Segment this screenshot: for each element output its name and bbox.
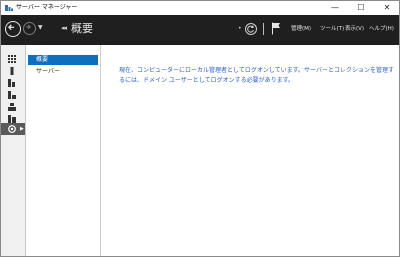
breadcrumb-arrows-icon: ◂◂ xyxy=(61,24,67,32)
back-button[interactable] xyxy=(5,21,21,37)
expand-arrow-icon: ▶ xyxy=(20,126,24,132)
rail-item-ad-ds[interactable] xyxy=(1,101,25,113)
history-dropdown-icon[interactable]: ▼ xyxy=(38,24,43,32)
close-button[interactable]: ✕ xyxy=(376,1,398,15)
header-bar: ▼ ◂◂ 概要 • 管理(M) ツール(T) 表示(V) ヘルプ(H) xyxy=(1,15,399,45)
window-title: サーバー マネージャー xyxy=(16,4,78,11)
refresh-icon xyxy=(247,25,254,33)
arrow-right-icon xyxy=(25,24,31,30)
server-manager-window: サーバー マネージャー — ☐ ✕ ▼ ◂◂ 概要 • 管理(M) ツール(T)… xyxy=(0,0,400,257)
rail-item-file-storage[interactable] xyxy=(1,89,25,101)
login-warning-message: 現在、コンピューターにローカル管理者としてログオンしています。サーバーとコレクシ… xyxy=(119,67,394,84)
menu-help[interactable]: ヘルプ(H) xyxy=(369,25,394,33)
ad-ds-icon xyxy=(8,103,16,111)
menu-manage[interactable]: 管理(M) xyxy=(291,25,311,33)
title-bar: サーバー マネージャー — ☐ ✕ xyxy=(1,1,399,15)
rail-item-all-servers[interactable] xyxy=(1,77,25,89)
menu-view[interactable]: 表示(V) xyxy=(345,25,364,33)
dashboard-icon xyxy=(8,55,16,63)
minimize-button[interactable]: — xyxy=(324,1,346,15)
all-servers-icon xyxy=(8,79,15,87)
navigation-pane: 概要 サーバー xyxy=(26,45,101,256)
forward-button[interactable] xyxy=(23,22,36,35)
server-manager-app-icon xyxy=(5,5,13,11)
menu-tools[interactable]: ツール(T) xyxy=(320,25,344,33)
iis-icon xyxy=(8,115,16,123)
notifications-flag-icon[interactable] xyxy=(271,22,281,35)
rail-item-dashboard[interactable] xyxy=(1,53,25,65)
maximize-button[interactable]: ☐ xyxy=(350,1,372,15)
header-divider xyxy=(263,23,264,35)
rail-item-remote-desktop[interactable]: ▶ xyxy=(1,123,25,135)
role-icon-rail: ▶ ▶ xyxy=(1,45,26,256)
remote-desktop-icon xyxy=(8,125,16,133)
nav-item-servers[interactable]: サーバー xyxy=(28,67,98,77)
dot-separator-icon: • xyxy=(238,25,242,32)
rail-item-local-server[interactable] xyxy=(1,65,25,77)
content-area: 現在、コンピューターにローカル管理者としてログオンしています。サーバーとコレクシ… xyxy=(101,45,399,256)
page-title: 概要 xyxy=(71,22,93,35)
refresh-button[interactable] xyxy=(245,23,257,35)
nav-item-overview[interactable]: 概要 xyxy=(28,55,98,65)
local-server-icon xyxy=(10,67,14,75)
file-storage-icon xyxy=(8,91,16,99)
arrow-left-icon xyxy=(7,24,15,31)
